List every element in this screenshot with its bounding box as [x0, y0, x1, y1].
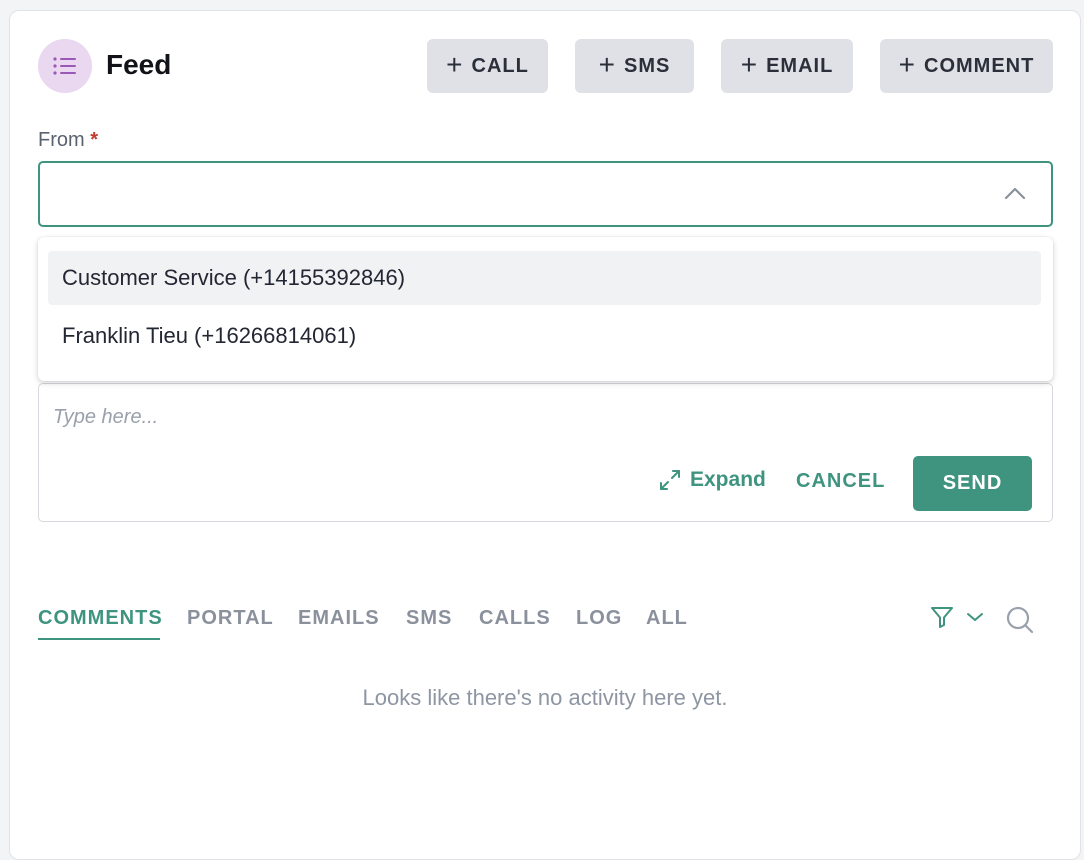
search-icon[interactable]: [1005, 605, 1035, 635]
empty-state-message: Looks like there's no activity here yet.: [362, 685, 728, 710]
from-option[interactable]: Franklin Tieu (+16266814061): [48, 309, 1041, 363]
add-call-label: CALL: [471, 54, 529, 77]
expand-icon: [660, 470, 680, 490]
filter-icon: [931, 607, 953, 628]
from-dropdown-menu: Customer Service (+14155392846) Franklin…: [38, 237, 1053, 381]
add-email-label: EMAIL: [766, 54, 834, 77]
expand-label: Expand: [690, 468, 766, 491]
cancel-button[interactable]: CANCEL: [796, 470, 885, 493]
tab-comments[interactable]: COMMENTS: [38, 607, 163, 630]
add-sms-button[interactable]: + SMS: [575, 39, 694, 93]
tab-portal[interactable]: PORTAL: [187, 607, 274, 630]
tab-all[interactable]: ALL: [646, 607, 688, 630]
message-composer: Type here... Expand CANCEL SEND: [38, 383, 1053, 522]
add-sms-label: SMS: [624, 54, 671, 77]
from-option[interactable]: Customer Service (+14155392846): [48, 251, 1041, 305]
chevron-up-icon[interactable]: [1003, 185, 1027, 201]
tab-sms[interactable]: SMS: [406, 607, 452, 630]
feed-panel: Feed + CALL + SMS + EMAIL + COMMENT From…: [9, 10, 1081, 860]
add-comment-label: COMMENT: [924, 54, 1035, 77]
page-title: Feed: [106, 49, 172, 80]
from-label: From *: [38, 129, 98, 152]
message-input[interactable]: Type here...: [53, 406, 158, 429]
expand-button[interactable]: Expand: [658, 468, 766, 492]
plus-icon: +: [898, 48, 917, 80]
required-mark: *: [90, 129, 99, 151]
tab-log[interactable]: LOG: [576, 607, 622, 630]
plus-icon: +: [598, 48, 616, 80]
list-icon: [38, 39, 92, 93]
chevron-down-icon: [967, 613, 983, 621]
active-tab-indicator: [38, 638, 160, 640]
add-call-button[interactable]: + CALL: [427, 39, 548, 93]
add-comment-button[interactable]: + COMMENT: [880, 39, 1053, 93]
filter-dropdown-button[interactable]: [930, 605, 984, 629]
from-label-text: From: [38, 129, 85, 151]
plus-icon: +: [740, 48, 759, 80]
tab-emails[interactable]: EMAILS: [298, 607, 380, 630]
add-email-button[interactable]: + EMAIL: [721, 39, 853, 93]
from-option-label: Customer Service (+14155392846): [62, 265, 406, 290]
from-option-label: Franklin Tieu (+16266814061): [62, 323, 357, 348]
tab-calls[interactable]: CALLS: [479, 607, 551, 630]
from-select[interactable]: [38, 161, 1053, 227]
plus-icon: +: [446, 48, 464, 80]
send-button[interactable]: SEND: [913, 456, 1032, 511]
